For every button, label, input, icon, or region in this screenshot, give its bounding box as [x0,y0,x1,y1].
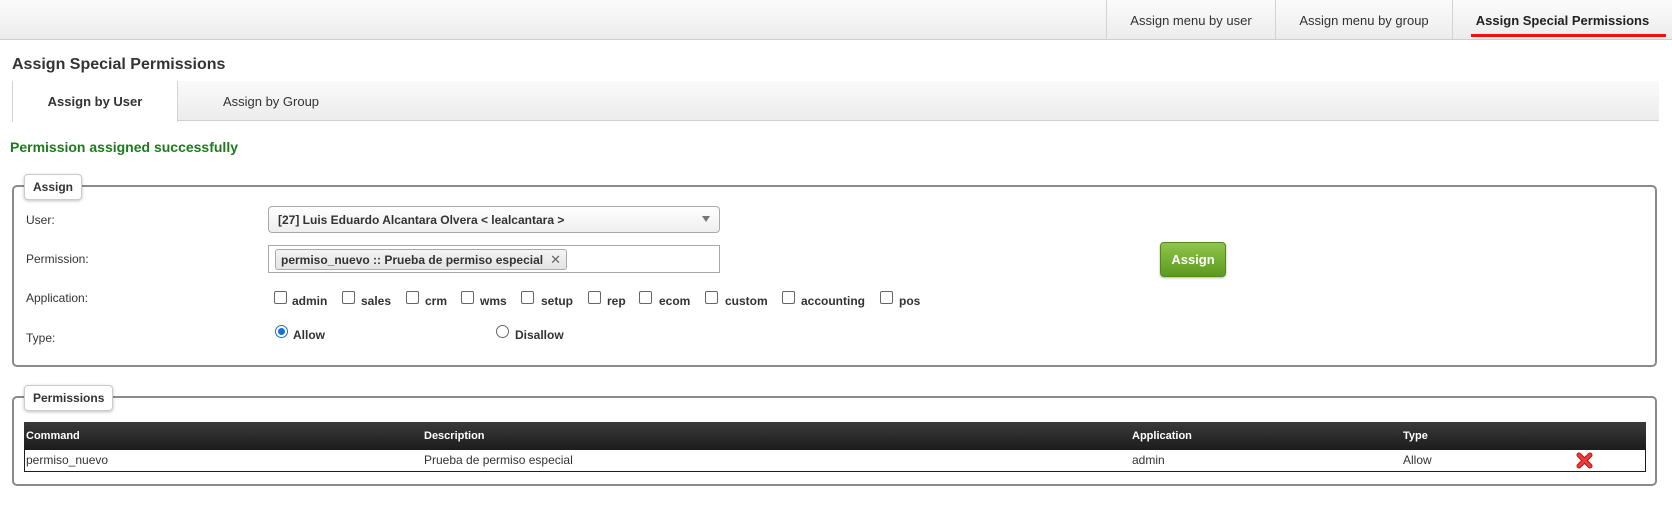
type-label: Type: [26,331,56,345]
table-row: permiso_nuevo Prueba de permiso especial… [24,450,1646,472]
user-select[interactable]: [27] Luis Eduardo Alcantara Olvera < lea… [268,206,720,233]
application-label-ecom: ecom [659,294,691,308]
permission-chip-label: permiso_nuevo :: Prueba de permiso espec… [281,252,544,267]
application-label-rep: rep [607,294,626,308]
user-select-value: [27] Luis Eduardo Alcantara Olvera < lea… [278,212,565,227]
type-label-allow: Allow [293,328,325,342]
column-header-application[interactable]: Application [1132,422,1192,450]
remove-icon[interactable]: ✕ [550,252,561,268]
tab-assign-special-permissions[interactable]: Assign Special Permissions [1452,0,1672,40]
application-label-setup: setup [541,294,574,308]
permission-multiselect[interactable]: permiso_nuevo :: Prueba de permiso espec… [268,245,720,273]
assign-fieldset: Assign [12,174,1657,367]
cell-type: Allow [1403,453,1432,467]
delete-icon[interactable] [1576,452,1593,469]
chevron-down-icon [702,216,710,222]
permissions-table-header: Command Description Application Type [24,422,1646,450]
column-header-command[interactable]: Command [26,422,80,450]
subtab-bar: Assign by User Assign by Group [12,81,1659,122]
application-checkbox-custom[interactable] [705,291,718,304]
application-label-crm: crm [425,294,448,308]
application-checkbox-rep[interactable] [588,291,601,304]
application-checkbox-pos[interactable] [880,291,893,304]
subtab-label: Assign by Group [222,93,320,109]
type-radio-disallow[interactable] [496,325,509,338]
page-title: Assign Special Permissions [12,56,226,73]
application-label: Application: [26,291,89,305]
type-label-disallow: Disallow [515,328,564,342]
permission-label: Permission: [26,252,89,266]
assign-legend: Assign [24,174,83,200]
type-radio-allow[interactable] [275,325,288,338]
application-checkbox-setup[interactable] [521,291,534,304]
tab-label: Assign menu by user [1130,12,1252,28]
application-checkbox-ecom[interactable] [639,291,652,304]
cell-command: permiso_nuevo [26,453,109,467]
application-checkbox-accounting[interactable] [782,291,795,304]
application-label-wms: wms [480,294,507,308]
top-navigation: Assign menu by user Assign menu by group… [0,0,1672,40]
application-label-pos: pos [899,294,921,308]
application-checkbox-admin[interactable] [274,291,287,304]
success-message: Permission assigned successfully [10,139,238,155]
application-label-custom: custom [725,294,768,308]
tab-assign-menu-by-user[interactable]: Assign menu by user [1106,0,1275,40]
application-label-sales: sales [361,294,392,308]
tab-label: Assign Special Permissions [1475,12,1650,28]
application-label-admin: admin [292,294,328,308]
assign-button[interactable]: Assign [1160,242,1226,277]
permissions-legend: Permissions [24,385,114,411]
subtab-assign-by-user[interactable]: Assign by User [12,81,178,122]
cell-description: Prueba de permiso especial [424,453,573,467]
application-checkbox-sales[interactable] [342,291,355,304]
column-header-type[interactable]: Type [1403,422,1428,450]
active-tab-indicator [1471,34,1666,37]
tab-assign-menu-by-group[interactable]: Assign menu by group [1275,0,1452,40]
subtab-assign-by-group[interactable]: Assign by Group [178,81,364,121]
user-label: User: [26,213,55,227]
tab-label: Assign menu by group [1299,12,1429,28]
permission-chip: permiso_nuevo :: Prueba de permiso espec… [275,249,567,270]
application-label-accounting: accounting [801,294,866,308]
subtab-label: Assign by User [47,94,143,109]
application-checkbox-wms[interactable] [461,291,474,304]
application-checkbox-crm[interactable] [406,291,419,304]
column-header-description[interactable]: Description [424,422,485,450]
cell-application: admin [1132,453,1165,467]
